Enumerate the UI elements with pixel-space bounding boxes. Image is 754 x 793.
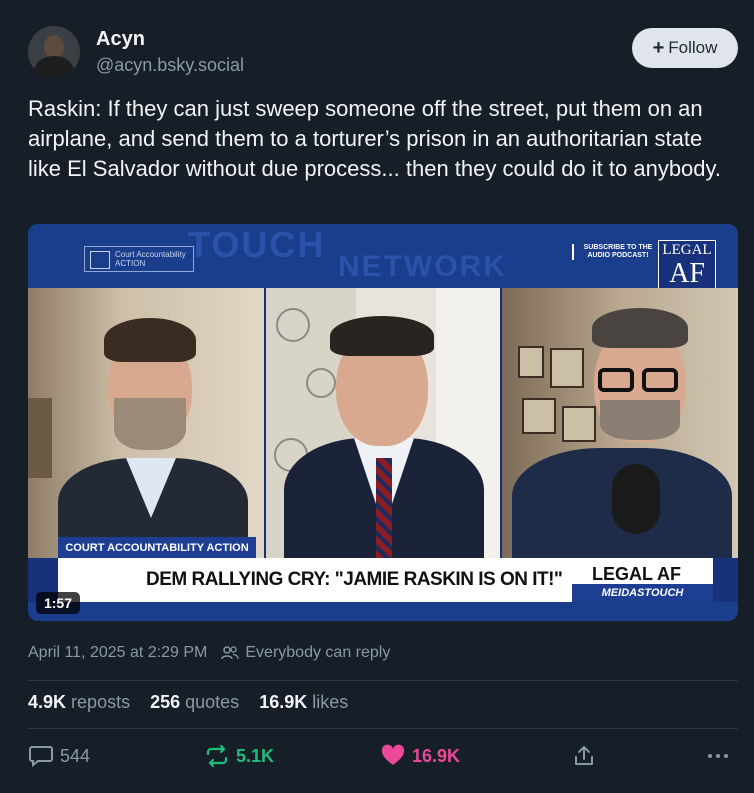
like-count: 16.9K: [412, 745, 461, 766]
people-icon: [221, 645, 240, 661]
follow-button-label: Follow: [668, 38, 718, 57]
repost-icon: [206, 744, 228, 768]
video-bottom-banner: [28, 602, 738, 621]
bg-word-touch: TOUCH: [188, 224, 326, 265]
repost-count: 5.1K: [236, 745, 275, 766]
avatar[interactable]: [28, 26, 80, 78]
heart-icon: [381, 744, 405, 765]
reply-button[interactable]: 544: [28, 744, 90, 768]
video-top-banner: TOUCH NETWORK Court Accountability ACTIO…: [28, 224, 738, 294]
post-card: Acyn @acyn.bsky.social + Follow Raskin: …: [0, 0, 754, 793]
reposts-stat[interactable]: 4.9K reposts: [28, 692, 130, 713]
video-player[interactable]: TOUCH NETWORK Court Accountability ACTIO…: [28, 224, 738, 621]
ellipsis-icon: [708, 754, 728, 758]
timestamp[interactable]: April 11, 2025 at 2:29 PM: [28, 644, 207, 662]
reply-count: 544: [60, 745, 91, 766]
video-panel-right: [502, 288, 738, 558]
post-actions: 544 5.1K 16.9K: [28, 744, 738, 774]
video-panel-center: [266, 288, 500, 558]
subscribe-podcast-text: SUBSCRIBE TO THE AUDIO PODCAST!: [572, 244, 658, 260]
like-button[interactable]: 16.9K: [380, 744, 460, 768]
repost-button[interactable]: 5.1K: [204, 744, 274, 768]
follow-button[interactable]: + Follow: [632, 28, 738, 68]
court-accountability-logo: Court Accountability ACTION: [84, 246, 194, 272]
bg-word-network: NETWORK: [338, 250, 507, 283]
reply-icon: [29, 746, 53, 768]
scales-icon: [90, 251, 110, 269]
post-meta: April 11, 2025 at 2:29 PM Everybody can …: [28, 644, 390, 662]
quotes-stat[interactable]: 256 quotes: [150, 692, 239, 713]
video-panel-left: [28, 288, 264, 558]
reply-setting[interactable]: Everybody can reply: [245, 644, 390, 662]
divider: [28, 728, 738, 729]
plus-icon: +: [652, 36, 665, 59]
legal-af-brand: LEGAL AF MEIDASTOUCH: [572, 558, 713, 602]
author-display-name[interactable]: Acyn: [96, 28, 145, 51]
author-handle[interactable]: @acyn.bsky.social: [96, 55, 244, 76]
post-stats: 4.9K reposts 256 quotes 16.9K likes: [28, 692, 348, 713]
share-icon: [575, 746, 593, 765]
more-options-button[interactable]: [706, 744, 730, 768]
share-button[interactable]: [572, 744, 596, 768]
likes-stat[interactable]: 16.9K likes: [259, 692, 348, 713]
post-text: Raskin: If they can just sweep someone o…: [28, 96, 721, 181]
video-headline: DEM RALLYING CRY: "JAMIE RASKIN IS ON IT…: [146, 569, 563, 590]
lower-third-label: COURT ACCOUNTABILITY ACTION: [58, 537, 256, 558]
divider: [28, 680, 738, 681]
legal-af-logo: LEGAL AF: [658, 240, 716, 294]
video-duration: 1:57: [36, 592, 80, 614]
